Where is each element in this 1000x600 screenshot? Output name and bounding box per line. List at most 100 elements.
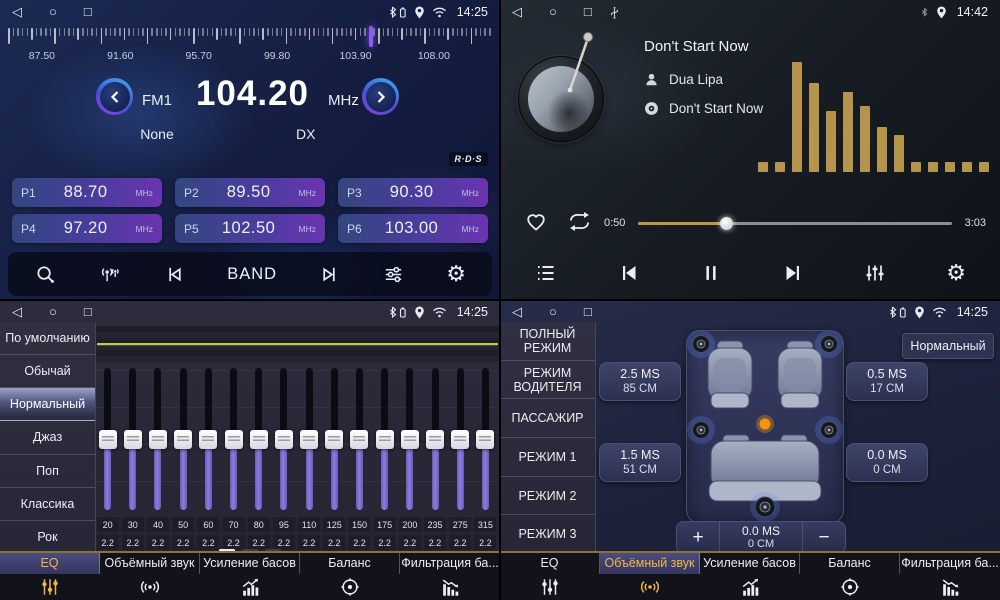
- eq-preset-item-5[interactable]: Классика: [0, 488, 95, 521]
- radio-preset-p5[interactable]: P5102.50MHz: [175, 214, 325, 243]
- eq-slider-handle[interactable]: [350, 430, 368, 449]
- fc-value-chip[interactable]: 150: [348, 517, 370, 532]
- q-value-chip[interactable]: 2.2: [374, 535, 396, 550]
- recents-button[interactable]: □: [584, 0, 592, 24]
- eq-slider-handle[interactable]: [325, 430, 343, 449]
- fc-value-chip[interactable]: 315: [474, 517, 496, 532]
- eq-band-slider-60[interactable]: [200, 364, 216, 514]
- fc-value-chip[interactable]: 70: [223, 517, 245, 532]
- eq-slider-handle[interactable]: [300, 430, 318, 449]
- settings-gear-icon[interactable]: ⚙: [446, 263, 466, 285]
- q-value-chip[interactable]: 2.2: [474, 535, 496, 550]
- q-value-chip[interactable]: 2.2: [298, 535, 320, 550]
- home-button[interactable]: ○: [549, 0, 557, 24]
- next-station-button[interactable]: [318, 263, 341, 286]
- tune-down-button[interactable]: [96, 78, 133, 115]
- listening-mode-item-3[interactable]: РЕЖИМ 1: [500, 438, 595, 477]
- eq-band-slider-95[interactable]: [276, 364, 292, 514]
- tuning-needle[interactable]: [369, 26, 373, 47]
- q-value-chip[interactable]: 2.2: [223, 535, 245, 550]
- eq-slider-handle[interactable]: [250, 430, 268, 449]
- delay-decrease-button[interactable]: −: [803, 522, 845, 553]
- q-value-chip[interactable]: 2.2: [122, 535, 144, 550]
- q-value-chip[interactable]: 2.2: [273, 535, 295, 550]
- tab-surround[interactable]: Объёмный звук: [600, 553, 700, 600]
- q-value-chip[interactable]: 2.2: [197, 535, 219, 550]
- repeat-icon[interactable]: [566, 211, 593, 237]
- radio-preset-p2[interactable]: P289.50MHz: [175, 178, 325, 207]
- q-value-chip[interactable]: 2.2: [449, 535, 471, 550]
- eq-slider-handle[interactable]: [199, 430, 217, 449]
- fc-value-chip[interactable]: 80: [248, 517, 270, 532]
- eq-band-slider-50[interactable]: [175, 364, 191, 514]
- tab-balance[interactable]: Баланс: [300, 553, 400, 600]
- fc-value-chip[interactable]: 20: [97, 517, 119, 532]
- eq-slider-handle[interactable]: [401, 430, 419, 449]
- eq-band-slider-175[interactable]: [377, 364, 393, 514]
- delay-front-left-button[interactable]: 2.5 MS 85 CM: [599, 362, 681, 401]
- fc-value-chip[interactable]: 175: [374, 517, 396, 532]
- eq-band-slider-110[interactable]: [301, 364, 317, 514]
- q-value-chip[interactable]: 2.2: [97, 535, 119, 550]
- eq-slider-handle[interactable]: [451, 430, 469, 449]
- home-button[interactable]: ○: [49, 300, 57, 324]
- radio-preset-p4[interactable]: P497.20MHz: [12, 214, 162, 243]
- q-value-chip[interactable]: 2.2: [172, 535, 194, 550]
- back-button[interactable]: ◁: [12, 300, 22, 324]
- eq-band-slider-125[interactable]: [326, 364, 342, 514]
- q-value-chip[interactable]: 2.2: [399, 535, 421, 550]
- tab-eq[interactable]: EQ: [0, 553, 100, 600]
- eq-band-slider-200[interactable]: [402, 364, 418, 514]
- fc-value-chip[interactable]: 125: [323, 517, 345, 532]
- listening-mode-item-0[interactable]: ПОЛНЫЙ РЕЖИМ: [500, 322, 595, 361]
- pause-button[interactable]: [700, 261, 722, 285]
- eq-slider-handle[interactable]: [99, 430, 117, 449]
- fc-value-chip[interactable]: 95: [273, 517, 295, 532]
- eq-band-slider-70[interactable]: [226, 364, 242, 514]
- eq-preset-item-1[interactable]: Обычай: [0, 355, 95, 388]
- eq-preset-item-6[interactable]: Рок: [0, 521, 95, 553]
- fc-value-chip[interactable]: 235: [424, 517, 446, 532]
- fc-value-chip[interactable]: 110: [298, 517, 320, 532]
- home-button[interactable]: ○: [549, 300, 557, 324]
- tab-filter[interactable]: Фильтрация ба...: [400, 553, 500, 600]
- fc-value-chip[interactable]: 60: [197, 517, 219, 532]
- delay-rear-right-button[interactable]: 0.0 MS 0 CM: [846, 443, 928, 482]
- q-value-chip[interactable]: 2.2: [424, 535, 446, 550]
- eq-band-slider-150[interactable]: [351, 364, 367, 514]
- q-value-chip[interactable]: 2.2: [147, 535, 169, 550]
- eq-slider-handle[interactable]: [476, 430, 494, 449]
- eq-band-slider-80[interactable]: [251, 364, 267, 514]
- fc-value-chip[interactable]: 40: [147, 517, 169, 532]
- recents-button[interactable]: □: [584, 300, 592, 324]
- tab-eq[interactable]: EQ: [500, 553, 600, 600]
- eq-slider-handle[interactable]: [426, 430, 444, 449]
- eq-band-slider-40[interactable]: [150, 364, 166, 514]
- previous-station-button[interactable]: [163, 263, 186, 286]
- eq-band-slider-275[interactable]: [452, 364, 468, 514]
- listening-mode-item-5[interactable]: РЕЖИМ 3: [500, 515, 595, 553]
- settings-gear-icon[interactable]: ⚙: [946, 262, 966, 284]
- eq-slider-handle[interactable]: [149, 430, 167, 449]
- fc-value-chip[interactable]: 30: [122, 517, 144, 532]
- q-value-chip[interactable]: 2.2: [248, 535, 270, 550]
- back-button[interactable]: ◁: [512, 0, 522, 24]
- delay-rear-left-button[interactable]: 1.5 MS 51 CM: [599, 443, 681, 482]
- radio-preset-p6[interactable]: P6103.00MHz: [338, 214, 488, 243]
- back-button[interactable]: ◁: [12, 0, 22, 24]
- tab-balance[interactable]: Баланс: [800, 553, 900, 600]
- q-value-chip[interactable]: 2.2: [348, 535, 370, 550]
- favorite-heart-icon[interactable]: [524, 210, 548, 237]
- home-button[interactable]: ○: [49, 0, 57, 24]
- eq-band-slider-235[interactable]: [427, 364, 443, 514]
- eq-slider-handle[interactable]: [174, 430, 192, 449]
- listening-mode-item-1[interactable]: РЕЖИМ ВОДИТЕЛЯ: [500, 361, 595, 400]
- fc-value-chip[interactable]: 200: [399, 517, 421, 532]
- band-button[interactable]: BAND: [227, 265, 277, 284]
- q-value-chip[interactable]: 2.2: [323, 535, 345, 550]
- eq-slider-handle[interactable]: [225, 430, 243, 449]
- eq-band-slider-20[interactable]: [100, 364, 116, 514]
- seek-bar[interactable]: [638, 222, 952, 225]
- eq-preset-item-4[interactable]: Поп: [0, 455, 95, 488]
- fc-value-chip[interactable]: 275: [449, 517, 471, 532]
